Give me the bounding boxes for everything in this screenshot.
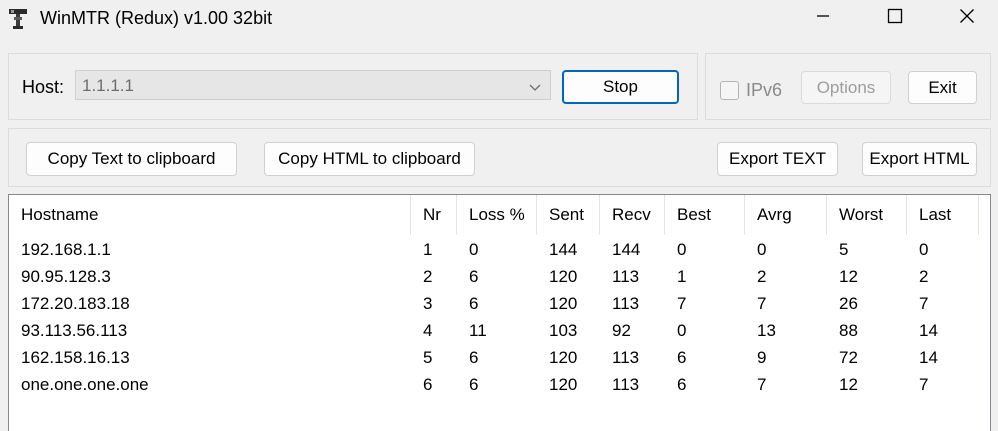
cell-recv: 144 bbox=[612, 239, 641, 259]
cell-loss: 11 bbox=[469, 320, 487, 340]
cell-loss: 0 bbox=[469, 239, 479, 259]
cell-last: 14 bbox=[919, 347, 938, 367]
host-combobox[interactable]: 1.1.1.1 bbox=[75, 70, 551, 100]
cell-worst: 12 bbox=[839, 374, 858, 394]
cell-last: 0 bbox=[919, 239, 929, 259]
cell-recv: 113 bbox=[612, 374, 640, 394]
cell-nr: 5 bbox=[423, 347, 433, 367]
table-row[interactable]: 162.158.16.13 5 6 120 113 6 9 72 14 bbox=[9, 344, 990, 371]
maximize-button[interactable] bbox=[872, 0, 918, 36]
cell-hostname: 162.158.16.13 bbox=[21, 347, 130, 367]
cell-loss: 6 bbox=[469, 347, 479, 367]
cell-avrg: 7 bbox=[757, 293, 767, 313]
cell-recv: 113 bbox=[612, 293, 640, 313]
close-button[interactable] bbox=[944, 0, 990, 36]
cell-nr: 6 bbox=[423, 374, 433, 394]
cell-avrg: 7 bbox=[757, 374, 767, 394]
cell-best: 7 bbox=[677, 293, 687, 313]
cell-sent: 120 bbox=[549, 293, 578, 313]
column-header-sent[interactable]: Sent bbox=[537, 195, 600, 235]
column-header-avrg[interactable]: Avrg bbox=[745, 195, 827, 235]
ipv6-checkbox[interactable] bbox=[720, 81, 739, 100]
table-row[interactable]: 172.20.183.18 3 6 120 113 7 7 26 7 bbox=[9, 290, 990, 317]
column-header-recv[interactable]: Recv bbox=[600, 195, 665, 235]
cell-loss: 6 bbox=[469, 266, 479, 286]
column-header-last[interactable]: Last bbox=[907, 195, 979, 235]
cell-hostname: one.one.one.one bbox=[21, 374, 149, 394]
cell-worst: 26 bbox=[839, 293, 858, 313]
cell-sent: 103 bbox=[549, 320, 578, 340]
results-table[interactable]: Hostname Nr Loss % Sent Recv Best Avrg W… bbox=[8, 194, 991, 431]
cell-loss: 6 bbox=[469, 374, 479, 394]
column-header-hostname[interactable]: Hostname bbox=[9, 195, 411, 235]
column-header-best[interactable]: Best bbox=[665, 195, 745, 235]
exit-button[interactable]: Exit bbox=[908, 71, 977, 104]
export-html-button[interactable]: Export HTML bbox=[862, 142, 977, 176]
table-row[interactable]: 192.168.1.1 1 0 144 144 0 0 5 0 bbox=[9, 236, 990, 263]
cell-avrg: 0 bbox=[757, 239, 767, 259]
cell-last: 7 bbox=[919, 293, 929, 313]
table-row[interactable]: 90.95.128.3 2 6 120 113 1 2 12 2 bbox=[9, 263, 990, 290]
cell-worst: 72 bbox=[839, 347, 858, 367]
cell-best: 1 bbox=[677, 266, 687, 286]
maximize-icon bbox=[887, 8, 903, 29]
minimize-button[interactable] bbox=[800, 0, 846, 36]
cell-nr: 1 bbox=[423, 239, 433, 259]
cell-worst: 88 bbox=[839, 320, 858, 340]
options-button[interactable]: Options bbox=[801, 71, 891, 104]
cell-hostname: 90.95.128.3 bbox=[21, 266, 111, 286]
minimize-icon bbox=[815, 8, 831, 29]
cell-recv: 113 bbox=[612, 347, 640, 367]
export-text-button[interactable]: Export TEXT bbox=[717, 142, 838, 176]
cell-hostname: 93.113.56.113 bbox=[21, 320, 128, 340]
table-row[interactable]: one.one.one.one 6 6 120 113 6 7 12 7 bbox=[9, 371, 990, 398]
cell-last: 14 bbox=[919, 320, 938, 340]
cell-best: 0 bbox=[677, 239, 687, 259]
cell-hostname: 192.168.1.1 bbox=[21, 239, 111, 259]
host-input[interactable]: 1.1.1.1 bbox=[82, 76, 134, 96]
column-header-loss[interactable]: Loss % bbox=[457, 195, 537, 235]
cell-sent: 120 bbox=[549, 374, 578, 394]
table-header: Hostname Nr Loss % Sent Recv Best Avrg W… bbox=[9, 195, 990, 235]
cell-avrg: 9 bbox=[757, 347, 767, 367]
copy-html-button[interactable]: Copy HTML to clipboard bbox=[264, 142, 475, 176]
chevron-down-icon[interactable] bbox=[528, 79, 542, 93]
column-header-nr[interactable]: Nr bbox=[411, 195, 457, 235]
cell-sent: 120 bbox=[549, 266, 578, 286]
ipv6-label: IPv6 bbox=[746, 80, 783, 100]
cell-best: 0 bbox=[677, 320, 687, 340]
winmtr-app-icon bbox=[8, 8, 28, 30]
cell-nr: 2 bbox=[423, 266, 433, 286]
cell-last: 2 bbox=[919, 266, 929, 286]
cell-recv: 113 bbox=[612, 266, 640, 286]
cell-avrg: 2 bbox=[757, 266, 767, 286]
stop-button[interactable]: Stop bbox=[562, 70, 679, 104]
cell-avrg: 13 bbox=[757, 320, 776, 340]
close-icon bbox=[959, 8, 975, 29]
cell-best: 6 bbox=[677, 374, 687, 394]
column-header-worst[interactable]: Worst bbox=[827, 195, 907, 235]
window-title: WinMTR (Redux) v1.00 32bit bbox=[40, 8, 273, 28]
cell-sent: 120 bbox=[549, 347, 578, 367]
title-bar[interactable]: WinMTR (Redux) v1.00 32bit bbox=[0, 0, 998, 38]
cell-nr: 4 bbox=[423, 320, 433, 340]
cell-nr: 3 bbox=[423, 293, 433, 313]
cell-hostname: 172.20.183.18 bbox=[21, 293, 130, 313]
cell-sent: 144 bbox=[549, 239, 578, 259]
cell-last: 7 bbox=[919, 374, 929, 394]
cell-recv: 92 bbox=[612, 320, 631, 340]
cell-best: 6 bbox=[677, 347, 687, 367]
cell-loss: 6 bbox=[469, 293, 479, 313]
host-label: Host: bbox=[22, 77, 65, 97]
copy-text-button[interactable]: Copy Text to clipboard bbox=[26, 142, 237, 176]
cell-worst: 12 bbox=[839, 266, 858, 286]
table-row[interactable]: 93.113.56.113 4 11 103 92 0 13 88 14 bbox=[9, 317, 990, 344]
cell-worst: 5 bbox=[839, 239, 849, 259]
